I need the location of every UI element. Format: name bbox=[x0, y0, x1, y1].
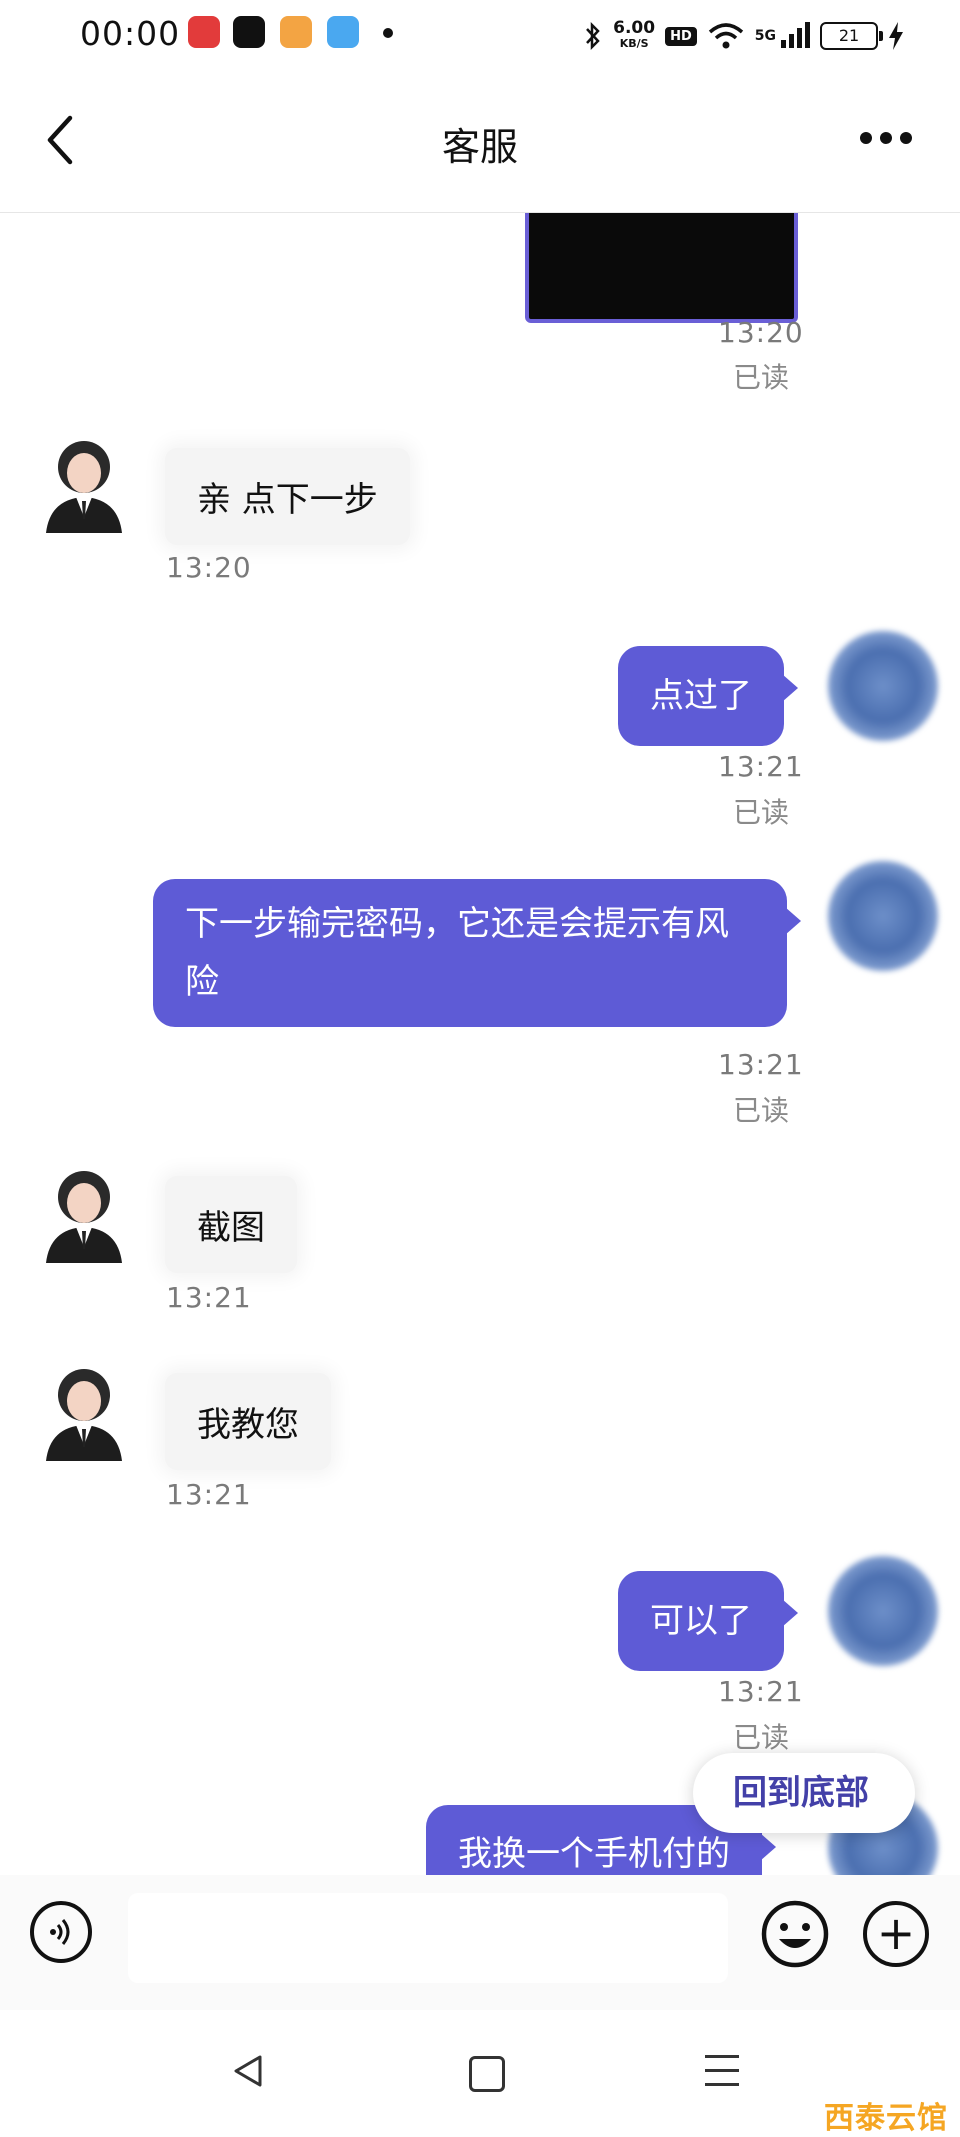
voice-input-icon[interactable] bbox=[30, 1901, 92, 1963]
weather-app-icon bbox=[327, 16, 359, 48]
status-bar: 00:00 6.00 KB/S HD 5G 21 bbox=[0, 0, 960, 72]
message-time: 13:21 bbox=[166, 1281, 252, 1314]
battery-indicator: 21 bbox=[820, 22, 883, 50]
more-options-icon[interactable] bbox=[860, 132, 912, 144]
message-bubble-outgoing[interactable]: 点过了 bbox=[618, 646, 798, 746]
message-input[interactable] bbox=[128, 1893, 728, 1983]
message-time: 13:21 bbox=[718, 1048, 804, 1081]
user-avatar[interactable] bbox=[828, 861, 938, 971]
status-indicators: 6.00 KB/S HD 5G 21 bbox=[583, 14, 904, 58]
read-status: 已读 bbox=[733, 1094, 790, 1127]
message-bubble-incoming[interactable]: 截图 bbox=[165, 1176, 297, 1273]
user-avatar[interactable] bbox=[828, 631, 938, 741]
message-time: 13:20 bbox=[718, 316, 804, 349]
back-to-bottom-button[interactable]: 回到底部 bbox=[693, 1753, 915, 1833]
read-status: 已读 bbox=[733, 1721, 790, 1754]
status-time: 00:00 bbox=[80, 14, 181, 53]
wifi-icon bbox=[708, 23, 743, 49]
image-message[interactable] bbox=[525, 213, 798, 323]
read-status: 已读 bbox=[733, 796, 790, 829]
tiktok-icon bbox=[233, 16, 265, 48]
network-speed: 6.00 KB/S bbox=[613, 18, 656, 51]
hd-badge: HD bbox=[665, 26, 697, 46]
emoji-icon[interactable] bbox=[760, 1899, 830, 1969]
read-status: 已读 bbox=[733, 361, 790, 394]
notification-dot bbox=[383, 28, 393, 38]
media-app-icon bbox=[280, 16, 312, 48]
message-bubble-incoming[interactable]: 我教您 bbox=[165, 1373, 331, 1470]
message-time: 13:21 bbox=[718, 1675, 804, 1708]
nav-back-icon[interactable] bbox=[232, 2054, 264, 2088]
message-time: 13:20 bbox=[166, 551, 252, 584]
add-attachment-icon[interactable]: + bbox=[863, 1901, 929, 1967]
charging-icon bbox=[889, 22, 903, 50]
agent-avatar[interactable] bbox=[38, 1163, 130, 1263]
video-app-icon bbox=[188, 16, 220, 48]
chat-header: 客服 bbox=[0, 72, 960, 213]
message-time: 13:21 bbox=[166, 1478, 252, 1511]
system-navigation-bar bbox=[0, 2010, 960, 2133]
nav-home-icon[interactable] bbox=[469, 2056, 505, 2092]
agent-avatar[interactable] bbox=[38, 433, 130, 533]
signal-icon bbox=[781, 22, 810, 48]
bluetooth-icon bbox=[586, 21, 600, 51]
signal-type: 5G bbox=[754, 28, 776, 44]
agent-avatar[interactable] bbox=[38, 1361, 130, 1461]
message-bubble-outgoing[interactable]: 可以了 bbox=[618, 1571, 798, 1671]
message-bubble-outgoing[interactable]: 下一步输完密码，它还是会提示有风险 bbox=[153, 879, 801, 1027]
nav-recent-apps-icon[interactable] bbox=[705, 2055, 739, 2097]
message-list[interactable]: 13:20 已读 亲 点下一步 13:20 点过了 13:21 已读 下一步输完… bbox=[0, 213, 960, 1875]
message-time: 13:21 bbox=[718, 750, 804, 783]
sound-wave-icon bbox=[50, 1919, 70, 1945]
user-avatar[interactable] bbox=[828, 1556, 938, 1666]
page-title: 客服 bbox=[441, 125, 518, 169]
watermark-logo: 西泰云馆 bbox=[824, 2101, 948, 2136]
message-bubble-incoming[interactable]: 亲 点下一步 bbox=[165, 448, 410, 545]
message-input-bar: + bbox=[0, 1875, 960, 2010]
